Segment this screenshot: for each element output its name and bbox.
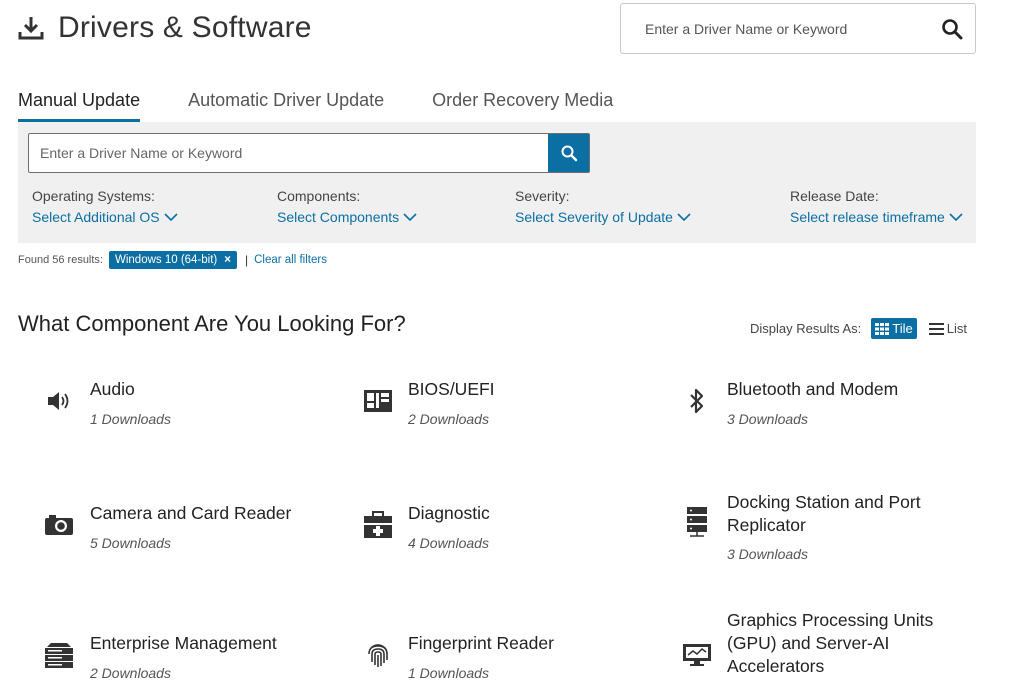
filter-components-select[interactable]: Select Components [277, 209, 417, 225]
component-bios-uefi[interactable]: BIOS/UEFI 2 Downloads [363, 378, 653, 438]
filter-chip-label: Windows 10 (64-bit) [115, 254, 218, 266]
filter-os-select[interactable]: Select Additional OS [32, 209, 178, 225]
tab-manual-update[interactable]: Manual Update [18, 84, 141, 122]
header-search-box[interactable] [620, 3, 976, 54]
monitor-icon [682, 640, 712, 670]
results-count: Found 56 results: [18, 254, 103, 266]
component-name: Camera and Card Reader [90, 503, 292, 523]
display-as-label: Display Results As: [750, 321, 862, 336]
page-title: Drivers & Software [58, 11, 312, 44]
component-gpu-accelerators[interactable]: Graphics Processing Units (GPU) and Serv… [682, 609, 976, 684]
diagnostic-kit-icon [363, 510, 393, 540]
filter-release-date: Release Date: Select release timeframe [790, 188, 963, 225]
filter-os-select-text: Select Additional OS [32, 209, 160, 225]
divider: | [244, 253, 249, 267]
component-name: Diagnostic [408, 503, 490, 523]
tab-automatic-driver-update[interactable]: Automatic Driver Update [188, 84, 384, 122]
filter-severity-select-text: Select Severity of Update [515, 209, 673, 225]
component-count: 2 Downloads [90, 665, 171, 681]
docking-station-icon [682, 507, 712, 537]
filter-severity-select[interactable]: Select Severity of Update [515, 209, 691, 225]
component-name: Enterprise Management [90, 633, 277, 653]
search-icon[interactable] [941, 18, 963, 40]
component-docking-station[interactable]: Docking Station and Port Replicator 3 Do… [682, 491, 976, 571]
fingerprint-icon [363, 640, 393, 670]
tab-bar: Manual Update Automatic Driver Update Or… [18, 84, 976, 123]
chevron-down-icon [403, 212, 417, 221]
component-name: BIOS/UEFI [408, 379, 495, 399]
grid-icon [875, 322, 890, 335]
display-toggle: Display Results As: Tile List [750, 318, 967, 339]
tile-view-button[interactable]: Tile [871, 318, 917, 339]
component-bluetooth-modem[interactable]: Bluetooth and Modem 3 Downloads [682, 378, 976, 438]
bios-chip-icon [363, 386, 393, 416]
chevron-down-icon [949, 212, 963, 221]
camera-icon [44, 510, 74, 540]
component-count: 1 Downloads [90, 411, 171, 427]
component-count: 2 Downloads [408, 411, 489, 427]
component-audio[interactable]: Audio 1 Downloads [44, 378, 334, 438]
section-title: What Component Are You Looking For? [18, 311, 406, 336]
chevron-down-icon [164, 212, 178, 221]
filter-release-select-text: Select release timeframe [790, 209, 945, 225]
list-icon [928, 322, 944, 335]
list-label: List [946, 321, 967, 336]
component-count: 3 Downloads [727, 411, 808, 427]
filter-release-label: Release Date: [790, 188, 879, 204]
page-header: Drivers & Software [18, 6, 312, 50]
filter-release-select[interactable]: Select release timeframe [790, 209, 963, 225]
component-count: 3 Downloads [727, 546, 808, 562]
component-count: 4 Downloads [408, 535, 489, 551]
filter-os: Operating Systems: Select Additional OS [32, 188, 178, 225]
download-icon [18, 17, 44, 40]
list-view-button[interactable]: List [928, 321, 967, 336]
component-name: Graphics Processing Units (GPU) and Serv… [727, 610, 934, 676]
bluetooth-icon [682, 386, 712, 416]
filter-chip-windows10[interactable]: Windows 10 (64-bit) × [109, 251, 237, 269]
component-name: Bluetooth and Modem [727, 379, 899, 399]
filter-severity: Severity: Select Severity of Update [515, 188, 691, 225]
close-icon[interactable]: × [224, 254, 231, 266]
speaker-icon [44, 386, 74, 416]
component-count: 5 Downloads [90, 535, 171, 551]
component-enterprise-management[interactable]: Enterprise Management 2 Downloads [44, 632, 334, 684]
driver-search-input[interactable] [29, 134, 548, 172]
tile-label: Tile [892, 321, 913, 336]
filter-panel: Operating Systems: Select Additional OS … [18, 122, 976, 243]
filter-components-label: Components: [277, 188, 361, 204]
filter-components: Components: Select Components [277, 188, 417, 225]
filter-severity-label: Severity: [515, 188, 570, 204]
clear-all-filters-link[interactable]: Clear all filters [254, 254, 327, 266]
component-name: Fingerprint Reader [408, 633, 554, 653]
component-name: Docking Station and Port Replicator [727, 492, 921, 535]
component-fingerprint-reader[interactable]: Fingerprint Reader 1 Downloads [363, 632, 653, 684]
filter-os-label: Operating Systems: [32, 188, 155, 204]
component-diagnostic[interactable]: Diagnostic 4 Downloads [363, 502, 653, 562]
filter-components-select-text: Select Components [277, 209, 400, 225]
component-count: 1 Downloads [408, 665, 489, 681]
results-summary: Found 56 results: Windows 10 (64-bit) × … [18, 251, 327, 269]
search-icon [561, 145, 577, 162]
component-camera-card-reader[interactable]: Camera and Card Reader 5 Downloads [44, 502, 334, 562]
header-search-input[interactable] [643, 19, 941, 38]
server-icon [44, 640, 74, 670]
driver-search-button[interactable] [548, 134, 589, 172]
chevron-down-icon [677, 212, 691, 221]
tab-order-recovery-media[interactable]: Order Recovery Media [432, 84, 613, 122]
component-name: Audio [90, 379, 135, 399]
driver-search-box[interactable] [28, 133, 590, 173]
